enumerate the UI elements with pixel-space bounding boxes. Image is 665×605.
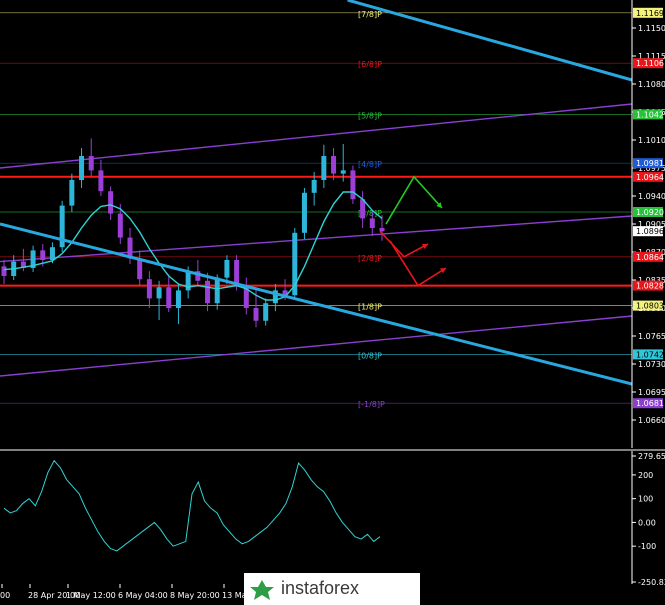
candle-bear bbox=[234, 260, 240, 286]
candle-bear bbox=[166, 287, 172, 308]
time-tick-label: 6 May 04:00 bbox=[118, 591, 168, 600]
price-tag-label: 1.0681 bbox=[636, 399, 664, 408]
price-tick-label: 1.1150 bbox=[638, 24, 665, 33]
murrey-label: [1/8]P bbox=[358, 303, 382, 312]
candle-bull bbox=[214, 277, 220, 304]
time-tick-label: 00 bbox=[0, 591, 10, 600]
price-tick-label: 1.0730 bbox=[638, 360, 665, 369]
price-tag-label: 1.1042 bbox=[636, 110, 664, 119]
oscillator-bg bbox=[0, 451, 632, 584]
candle-bear bbox=[137, 258, 143, 280]
murrey-label: [6/8]P bbox=[358, 60, 382, 69]
candle-bear bbox=[379, 228, 385, 232]
price-tags: 1.1169 1.1106 1.1042 1.0981 1.0920 1.0864 1.08… bbox=[633, 7, 664, 409]
candle-bear bbox=[350, 170, 356, 200]
candle-bear bbox=[98, 170, 104, 192]
price-tag-label: 1.0896 bbox=[636, 227, 664, 236]
oscillator-tick-label: 279.6586 bbox=[638, 452, 665, 461]
logo-text: instaforex bbox=[281, 578, 359, 598]
candle-bear bbox=[108, 191, 114, 214]
candle-bull bbox=[175, 290, 181, 308]
oscillator-tick-label: 0.00 bbox=[638, 518, 656, 527]
candle-bear bbox=[205, 280, 211, 304]
price-tag-label: 1.0803 bbox=[636, 302, 664, 311]
candle-bear bbox=[331, 156, 337, 174]
price-tag-label: 1.0828 bbox=[636, 282, 664, 291]
time-tick-label: 13 Ma bbox=[222, 591, 247, 600]
oscillator-tick-label: -100 bbox=[638, 542, 656, 551]
price-tag-label: 1.1106 bbox=[636, 59, 664, 68]
instaforex-logo: instaforex bbox=[244, 573, 420, 605]
price-tick-label: 1.0940 bbox=[638, 192, 665, 201]
price-tick-label: 1.0695 bbox=[638, 388, 665, 397]
price-tick-label: 1.1080 bbox=[638, 80, 665, 89]
candle-bear bbox=[146, 279, 152, 299]
candle-bull bbox=[224, 260, 230, 278]
chart-svg: [7/8]P[6/8]P[5/8]P[4/8]P[3/8]P[2/8]P[1/8… bbox=[0, 0, 665, 605]
oscillator-tick-label: 200 bbox=[638, 471, 653, 480]
candle-bull bbox=[321, 156, 327, 180]
candle-bear bbox=[253, 308, 259, 321]
candle-bull bbox=[340, 170, 346, 174]
murrey-label: [4/8]P bbox=[358, 160, 382, 169]
candle-bull bbox=[156, 287, 162, 299]
price-panel-bg bbox=[0, 0, 632, 448]
oscillator-panel: 279.6586 200 100 0.00 -100 -250.834 bbox=[0, 451, 665, 587]
price-tick-label: 1.0765 bbox=[638, 332, 665, 341]
price-tag-label: 1.0742 bbox=[636, 350, 664, 359]
price-tick-label: 1.1010 bbox=[638, 136, 665, 145]
murrey-label: [0/8]P bbox=[358, 351, 382, 360]
candle-bear bbox=[1, 266, 7, 276]
price-tag-label: 1.1169 bbox=[636, 9, 664, 18]
candle-bull bbox=[49, 247, 55, 260]
oscillator-ticks: 279.6586 200 100 0.00 -100 -250.834 bbox=[632, 452, 665, 587]
candle-bear bbox=[88, 156, 94, 171]
price-tag-label: 1.0864 bbox=[636, 253, 664, 262]
time-tick-label: 8 May 20:00 bbox=[170, 591, 220, 600]
candle-bear bbox=[369, 218, 375, 228]
candle-bull bbox=[263, 303, 269, 321]
candle-bear bbox=[40, 250, 46, 260]
candle-bull bbox=[301, 192, 307, 233]
candle-bear bbox=[117, 213, 123, 238]
price-tick-label: 1.0660 bbox=[638, 416, 665, 425]
time-axis: 00 28 Apr 20:001 May 12:00 6 May 04:00 8 Ma… bbox=[0, 584, 247, 600]
murrey-label: [2/8]P bbox=[358, 254, 382, 263]
candle-bull bbox=[79, 156, 85, 180]
oscillator-tick-label: -250.834 bbox=[638, 578, 665, 587]
murrey-label: [5/8]P bbox=[358, 111, 382, 120]
murrey-label: [7/8]P bbox=[358, 10, 382, 19]
price-tag-label: 1.0920 bbox=[636, 208, 664, 217]
price-ticks: 1.11501.11151.10801.10451.10101.09751.09… bbox=[632, 24, 665, 425]
price-tag-label: 1.0964 bbox=[636, 173, 664, 182]
candle-bull bbox=[69, 180, 75, 206]
price-panel: [7/8]P[6/8]P[5/8]P[4/8]P[3/8]P[2/8]P[1/8… bbox=[0, 0, 633, 448]
candle-bull bbox=[311, 180, 317, 193]
time-tick-label: 1 May 12:00 bbox=[66, 591, 116, 600]
price-axis: 1.11501.11151.10801.10451.10101.09751.09… bbox=[631, 0, 665, 448]
murrey-label: [-1/8]P bbox=[358, 400, 385, 409]
price-tag-label: 1.0981 bbox=[636, 159, 664, 168]
oscillator-tick-label: 100 bbox=[638, 495, 653, 504]
